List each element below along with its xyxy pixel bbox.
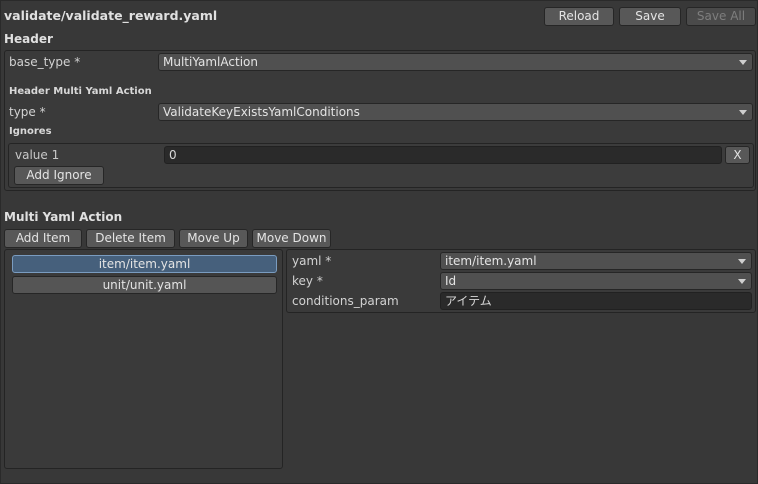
save-all-button[interactable]: Save All xyxy=(686,7,756,26)
multi-yaml-section-title: Multi Yaml Action xyxy=(4,210,123,224)
list-item[interactable]: item/item.yaml xyxy=(12,255,277,273)
type-dropdown[interactable]: ValidateKeyExistsYamlConditions xyxy=(158,103,753,121)
type-value: ValidateKeyExistsYamlConditions xyxy=(163,105,360,119)
ignores-panel: value 1 0 X Add Ignore xyxy=(8,143,754,188)
add-item-button[interactable]: Add Item xyxy=(4,229,82,248)
remove-ignore-button[interactable]: X xyxy=(725,146,750,164)
item-detail-panel: yaml * item/item.yaml key * Id condition… xyxy=(286,249,756,313)
key-dropdown[interactable]: Id xyxy=(440,272,752,290)
base-type-label: base_type * xyxy=(9,55,81,69)
delete-item-button[interactable]: Delete Item xyxy=(86,229,175,248)
yaml-dropdown[interactable]: item/item.yaml xyxy=(440,252,752,270)
chevron-down-icon xyxy=(738,279,746,284)
ignore-value-1-label: value 1 xyxy=(15,148,60,162)
save-button[interactable]: Save xyxy=(619,7,681,26)
multi-yaml-action-header-label: Header Multi Yaml Action xyxy=(9,86,152,97)
yaml-label: yaml * xyxy=(292,254,332,268)
chevron-down-icon xyxy=(739,110,747,115)
item-list-panel: item/item.yaml unit/unit.yaml xyxy=(4,249,283,469)
list-item[interactable]: unit/unit.yaml xyxy=(12,276,277,294)
base-type-value: MultiYamlAction xyxy=(163,55,258,69)
chevron-down-icon xyxy=(738,259,746,264)
type-label: type * xyxy=(9,105,46,119)
header-section-title: Header xyxy=(4,32,53,46)
key-value: Id xyxy=(445,274,457,288)
add-ignore-button[interactable]: Add Ignore xyxy=(14,166,104,185)
chevron-down-icon xyxy=(739,60,747,65)
ignores-title: Ignores xyxy=(9,126,52,137)
header-panel: base_type * MultiYamlAction Header Multi… xyxy=(4,50,756,191)
ignore-value-1-input[interactable]: 0 xyxy=(164,146,722,164)
reload-button[interactable]: Reload xyxy=(544,7,614,26)
conditions-param-input[interactable]: アイテム xyxy=(440,292,752,310)
move-up-button[interactable]: Move Up xyxy=(179,229,248,248)
window-title: validate/validate_reward.yaml xyxy=(4,8,218,23)
conditions-param-label: conditions_param xyxy=(292,294,399,308)
key-label: key * xyxy=(292,274,323,288)
move-down-button[interactable]: Move Down xyxy=(252,229,331,248)
yaml-value: item/item.yaml xyxy=(445,254,537,268)
base-type-dropdown[interactable]: MultiYamlAction xyxy=(158,53,753,71)
